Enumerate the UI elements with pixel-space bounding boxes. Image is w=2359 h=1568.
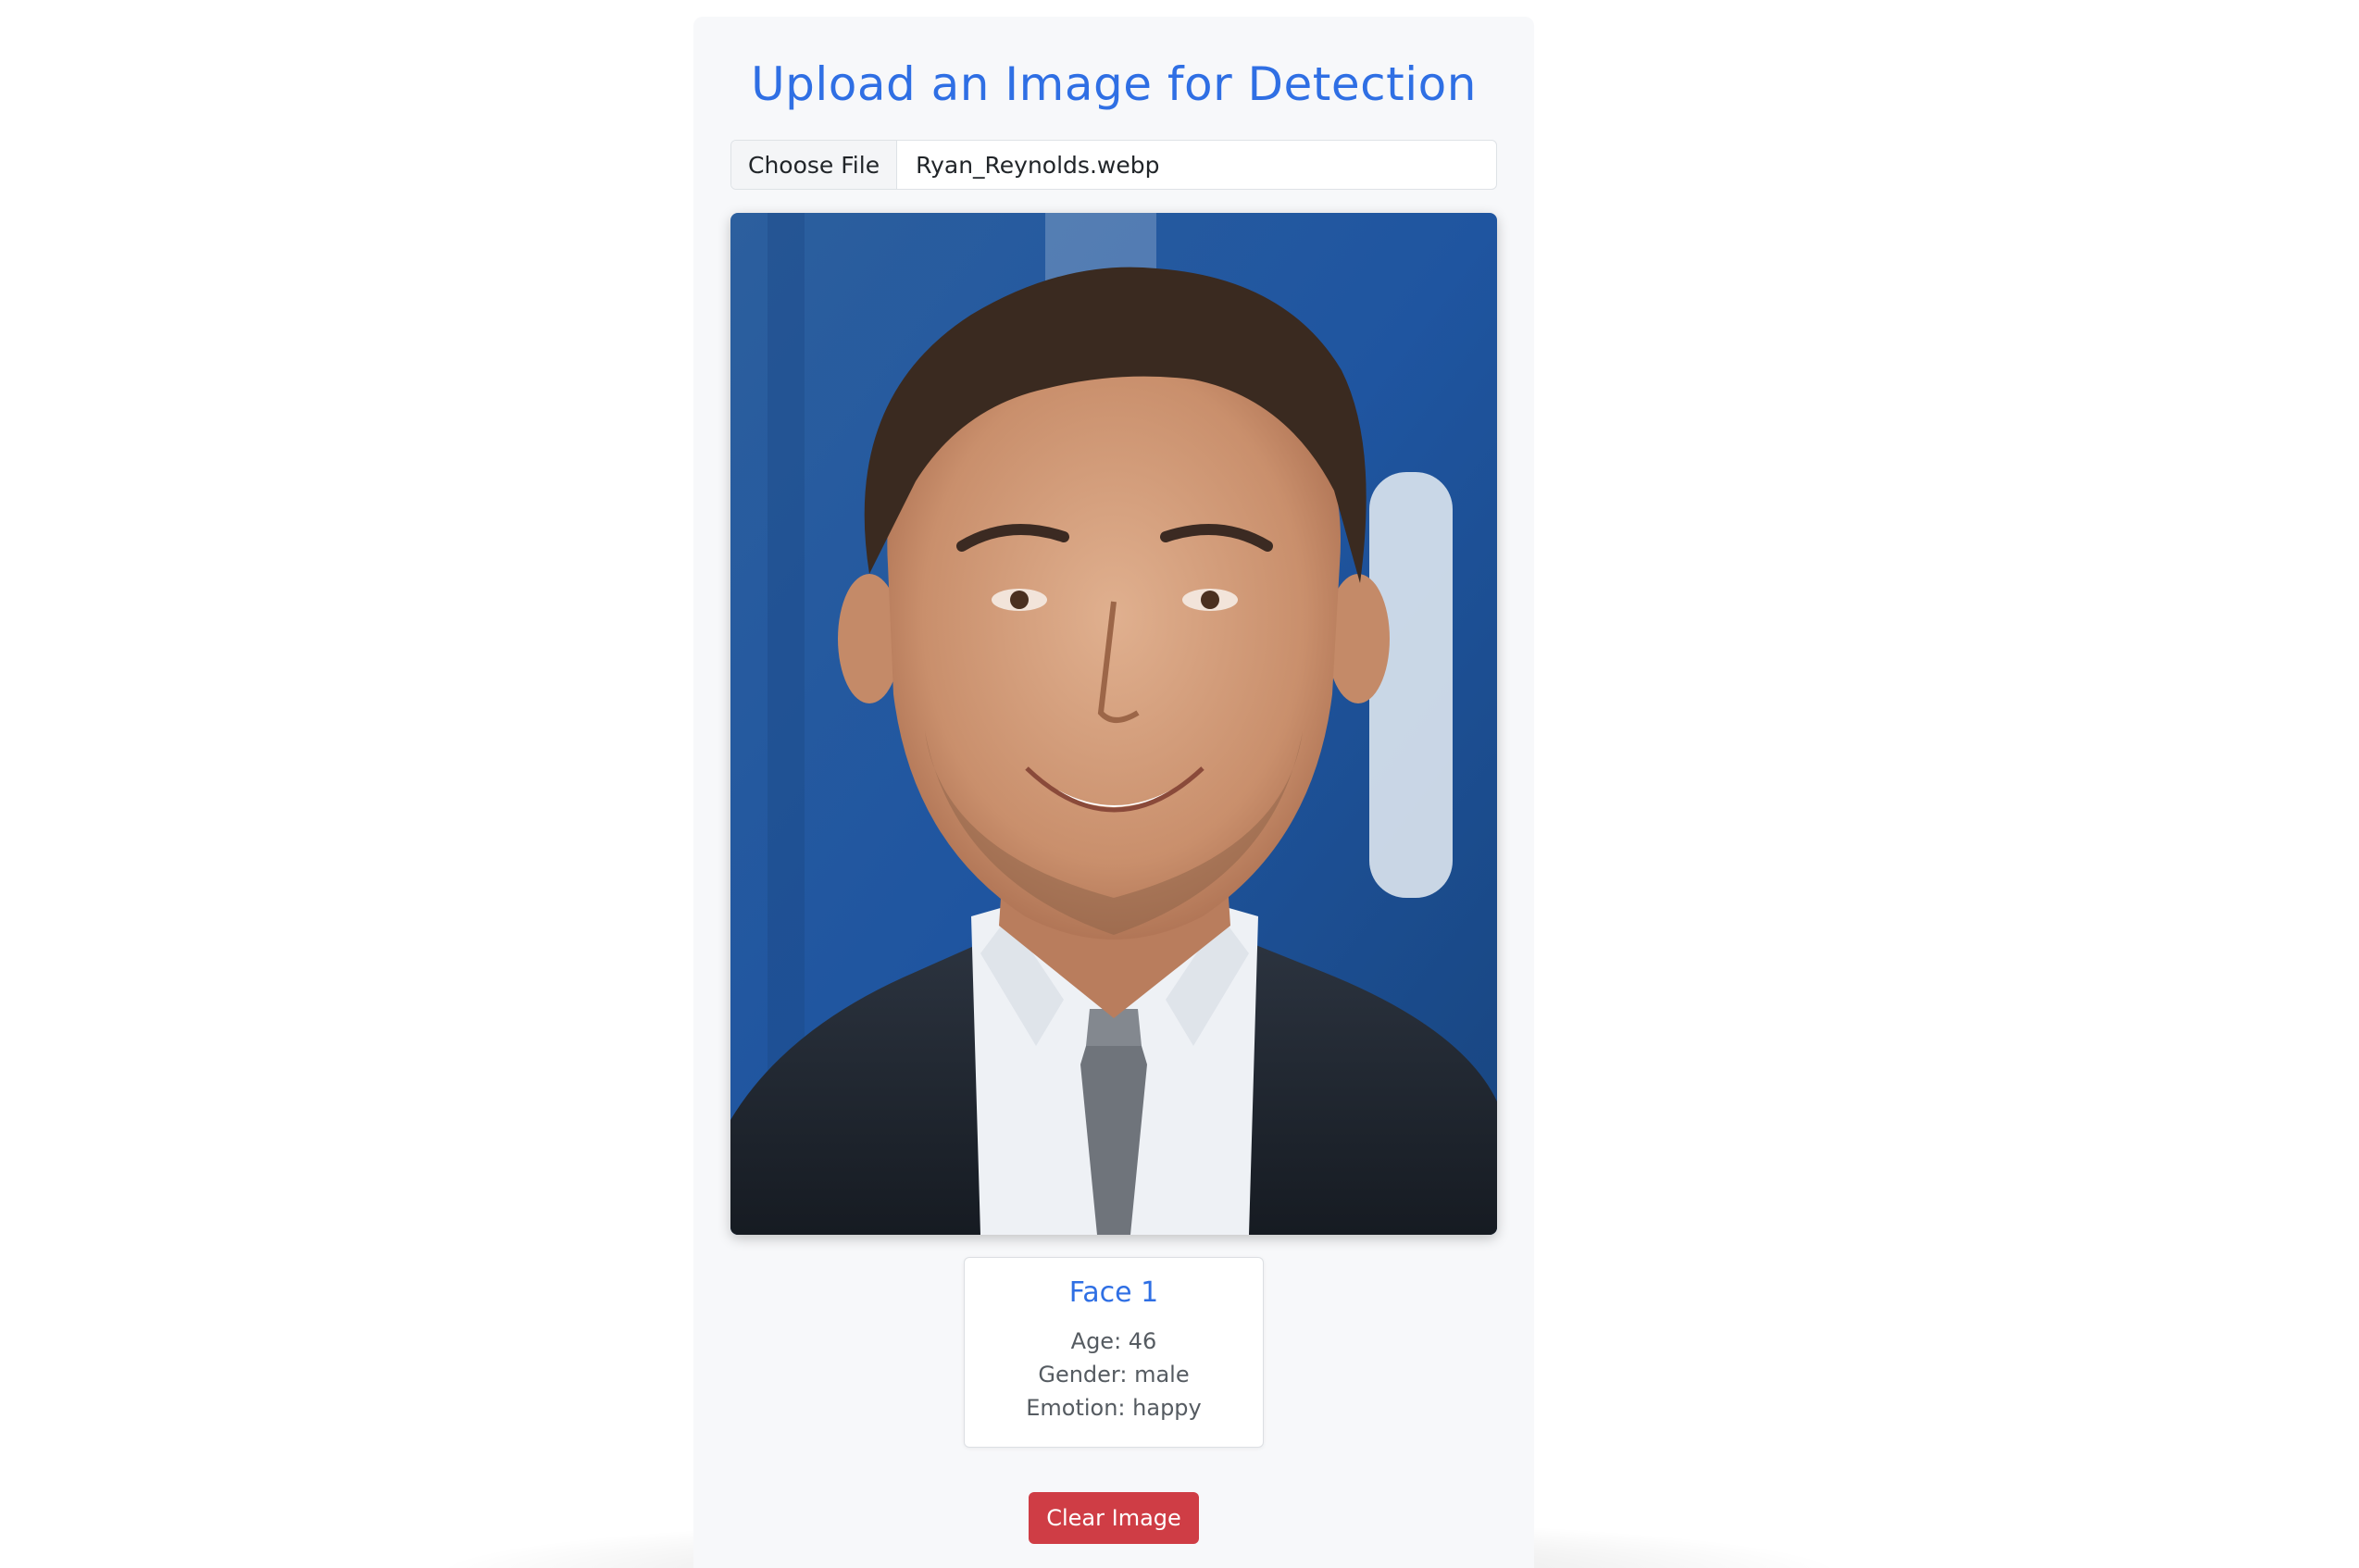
face-emotion: Emotion: happy xyxy=(1026,1395,1202,1421)
face-title: Face 1 xyxy=(1068,1276,1159,1309)
uploaded-image xyxy=(730,213,1497,1235)
upload-panel: Upload an Image for Detection Choose Fil… xyxy=(693,17,1534,1568)
page-title: Upload an Image for Detection xyxy=(751,57,1477,111)
page: Upload an Image for Detection Choose Fil… xyxy=(0,0,2359,1568)
portrait-photo-icon xyxy=(730,213,1497,1235)
face-age: Age: 46 xyxy=(1070,1328,1157,1354)
file-input[interactable]: Choose File Ryan_Reynolds.webp xyxy=(730,140,1497,190)
face-gender: Gender: male xyxy=(1038,1362,1190,1388)
choose-file-button[interactable]: Choose File xyxy=(731,141,898,189)
clear-image-button[interactable]: Clear Image xyxy=(1029,1492,1199,1544)
file-name-label: Ryan_Reynolds.webp xyxy=(916,151,1160,179)
face-result-card: Face 1 Age: 46 Gender: male Emotion: hap… xyxy=(964,1257,1264,1448)
